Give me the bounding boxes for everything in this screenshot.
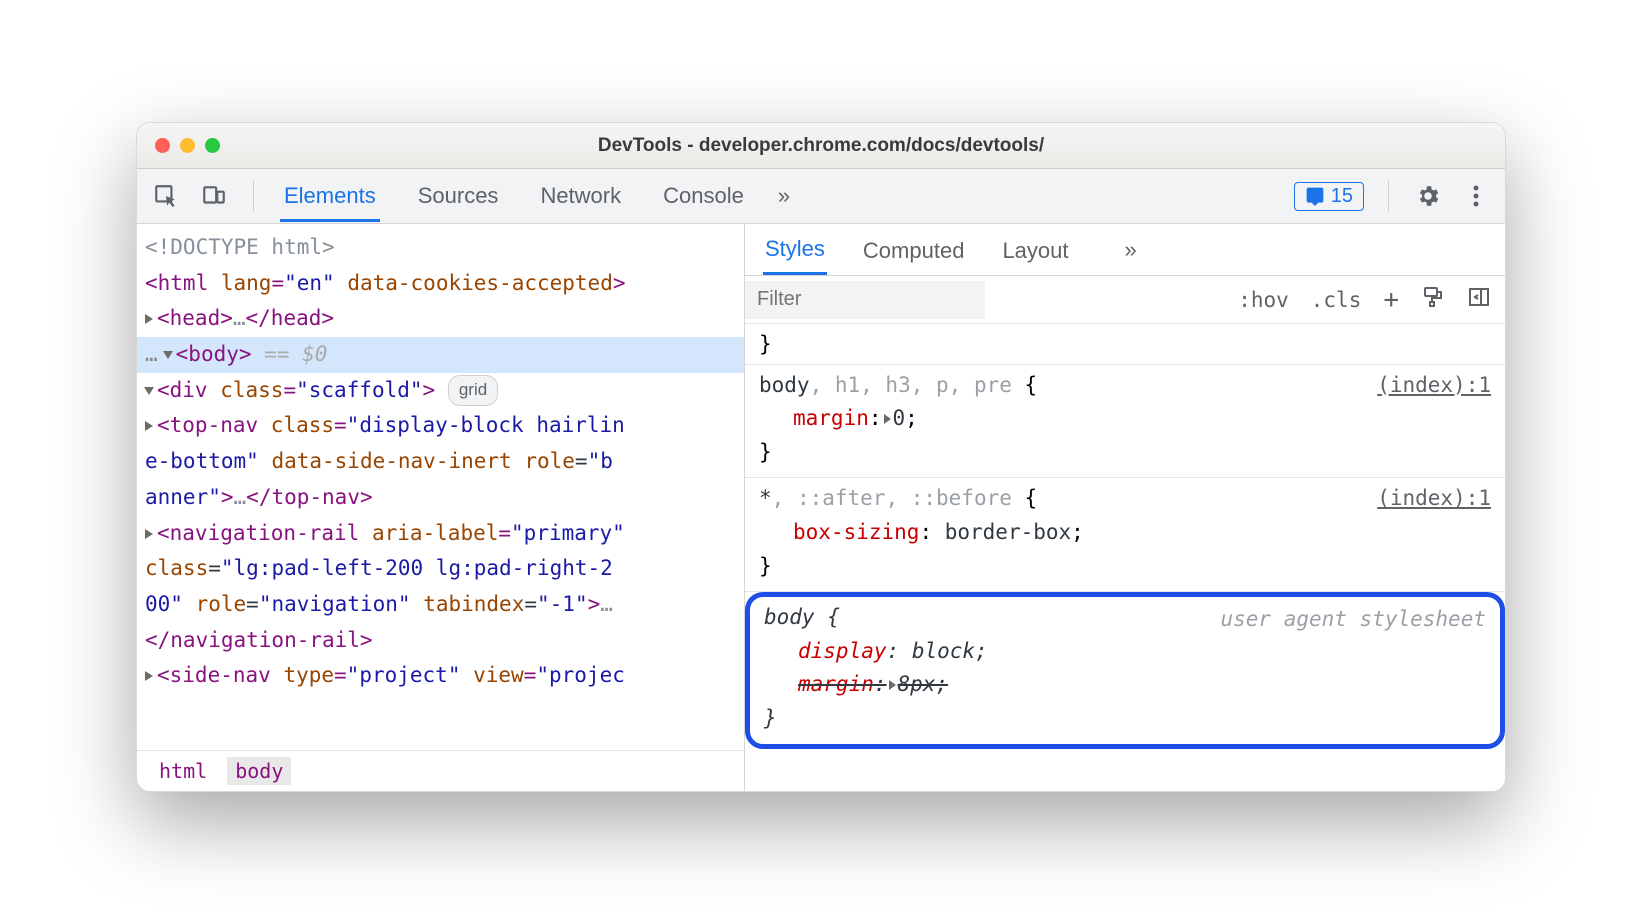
- navigation-rail-node[interactable]: <navigation-rail aria-label="primary": [157, 521, 625, 545]
- expand-icon[interactable]: [145, 314, 153, 324]
- css-rule[interactable]: (index):1 *, ::after, ::before { box-siz…: [745, 478, 1505, 592]
- collapse-icon[interactable]: [163, 351, 173, 359]
- more-tabs-icon[interactable]: »: [778, 183, 790, 209]
- new-style-rule-icon[interactable]: +: [1383, 285, 1399, 315]
- elements-panel: <!DOCTYPE html> <html lang="en" data-coo…: [137, 224, 745, 791]
- tab-layout[interactable]: Layout: [1000, 226, 1070, 274]
- titlebar: DevTools - developer.chrome.com/docs/dev…: [137, 123, 1505, 169]
- tab-network[interactable]: Network: [536, 170, 625, 222]
- tab-console[interactable]: Console: [659, 170, 748, 222]
- grid-badge[interactable]: grid: [448, 375, 498, 406]
- collapse-icon[interactable]: [144, 387, 154, 395]
- tab-sources[interactable]: Sources: [414, 170, 503, 222]
- paint-icon[interactable]: [1421, 285, 1445, 314]
- crumb-body[interactable]: body: [227, 757, 291, 785]
- kebab-menu-icon[interactable]: [1461, 181, 1491, 211]
- divider: [253, 180, 254, 212]
- more-tabs-icon[interactable]: »: [1125, 237, 1137, 263]
- main-toolbar: Elements Sources Network Console » 15: [137, 169, 1505, 224]
- cls-toggle[interactable]: .cls: [1311, 288, 1362, 312]
- css-rule[interactable]: (index):1 body, h1, h3, p, pre { margin:…: [745, 365, 1505, 479]
- rule-source-label: user agent stylesheet: [1220, 603, 1486, 637]
- styles-panel: Styles Computed Layout » :hov .cls + } (…: [745, 224, 1505, 791]
- breadcrumbs: html body: [137, 750, 744, 791]
- doctype-node[interactable]: <!DOCTYPE html>: [145, 235, 335, 259]
- div-scaffold-node[interactable]: <div class="scaffold">: [157, 378, 435, 402]
- device-toggle-icon[interactable]: [199, 181, 229, 211]
- body-node-selected[interactable]: …<body> == $0: [137, 337, 744, 373]
- head-node[interactable]: <head>: [157, 306, 233, 330]
- crumb-html[interactable]: html: [151, 757, 215, 785]
- settings-icon[interactable]: [1413, 181, 1443, 211]
- expand-icon[interactable]: [145, 421, 153, 431]
- expand-shorthand-icon[interactable]: [889, 680, 896, 690]
- issues-count: 15: [1331, 185, 1353, 208]
- minimize-window-button[interactable]: [180, 138, 195, 153]
- panel-tabs: Elements Sources Network Console: [280, 170, 748, 222]
- rule-source-link[interactable]: (index):1: [1377, 482, 1491, 516]
- devtools-window: DevTools - developer.chrome.com/docs/dev…: [136, 122, 1506, 792]
- hov-toggle[interactable]: :hov: [1238, 288, 1289, 312]
- maximize-window-button[interactable]: [205, 138, 220, 153]
- expand-icon[interactable]: [145, 671, 153, 681]
- styles-filter-input[interactable]: [745, 281, 985, 319]
- computed-sidebar-icon[interactable]: [1467, 285, 1491, 314]
- close-window-button[interactable]: [155, 138, 170, 153]
- tab-styles[interactable]: Styles: [763, 224, 827, 275]
- top-nav-node[interactable]: <top-nav class="display-block hairlin: [157, 413, 625, 437]
- tab-elements[interactable]: Elements: [280, 170, 380, 222]
- inspect-element-icon[interactable]: [151, 181, 181, 211]
- issues-badge[interactable]: 15: [1294, 182, 1364, 211]
- tab-computed[interactable]: Computed: [861, 226, 967, 274]
- divider: [1388, 180, 1389, 212]
- side-nav-node[interactable]: <side-nav type="project" view="projec: [157, 663, 625, 687]
- window-title: DevTools - developer.chrome.com/docs/dev…: [137, 135, 1505, 157]
- expand-icon[interactable]: [145, 529, 153, 539]
- filter-row: :hov .cls +: [745, 276, 1505, 324]
- css-rules: } (index):1 body, h1, h3, p, pre { margi…: [745, 324, 1505, 753]
- rule-source-link[interactable]: (index):1: [1377, 369, 1491, 403]
- expand-shorthand-icon[interactable]: [884, 414, 891, 424]
- dom-tree[interactable]: <!DOCTYPE html> <html lang="en" data-coo…: [137, 224, 744, 750]
- styles-tabs: Styles Computed Layout »: [745, 224, 1505, 276]
- user-agent-rule-highlighted[interactable]: user agent stylesheet body { display: bl…: [745, 592, 1505, 748]
- html-node[interactable]: <html lang="en" data-cookies-accepted>: [145, 271, 626, 295]
